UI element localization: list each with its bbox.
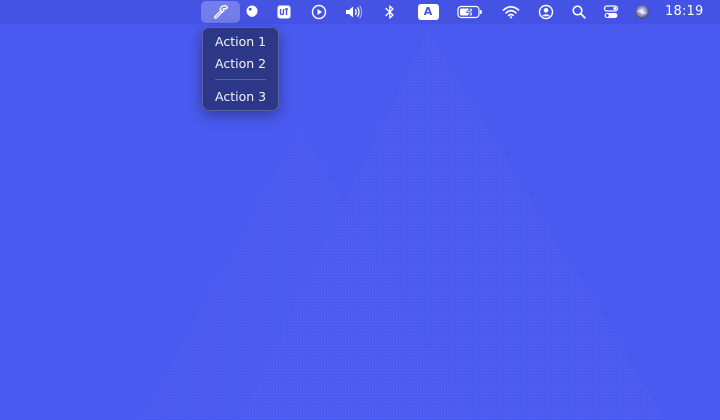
input-source-status-item[interactable]: A	[417, 0, 439, 24]
siri-icon	[634, 4, 650, 20]
hammer-status-item[interactable]	[201, 1, 240, 23]
hammer-icon	[212, 3, 230, 21]
bluetooth-status-item[interactable]	[381, 0, 399, 24]
spotlight-search-icon	[571, 4, 587, 20]
menu-bar: A 18:19	[0, 0, 720, 24]
spotlight-status-item[interactable]	[569, 0, 589, 24]
ui-app-icon	[276, 4, 292, 20]
menu-bar-clock[interactable]: 18:19	[665, 0, 703, 24]
user-account-status-item[interactable]	[536, 0, 556, 24]
volume-status-item[interactable]	[343, 0, 365, 24]
wifi-status-item[interactable]	[501, 0, 521, 24]
volume-icon	[344, 4, 364, 20]
user-account-icon	[538, 4, 554, 20]
bluetooth-icon	[384, 4, 396, 20]
wallpaper-mountains	[140, 30, 665, 420]
control-center-icon	[603, 4, 619, 20]
ui-app-status-item[interactable]	[274, 0, 294, 24]
input-source-icon: A	[417, 4, 439, 20]
menu-item-action-1[interactable]: Action 1	[215, 32, 266, 52]
input-source-letter: A	[423, 5, 433, 18]
control-center-status-item[interactable]	[601, 0, 621, 24]
wifi-icon	[502, 5, 520, 19]
siri-status-item[interactable]	[632, 0, 652, 24]
play-circle-icon	[311, 4, 327, 20]
battery-status-item[interactable]	[456, 0, 484, 24]
play-status-item[interactable]	[309, 0, 329, 24]
hammer-dropdown-menu: Action 1 Action 2 Action 3	[202, 27, 279, 111]
desktop-wallpaper	[0, 0, 720, 420]
menu-separator	[215, 79, 266, 80]
balloon-icon	[244, 4, 260, 20]
battery-charging-icon	[457, 5, 483, 19]
menu-item-action-3[interactable]: Action 3	[215, 87, 266, 107]
balloon-status-item[interactable]	[242, 0, 262, 24]
menu-item-action-2[interactable]: Action 2	[215, 54, 266, 74]
